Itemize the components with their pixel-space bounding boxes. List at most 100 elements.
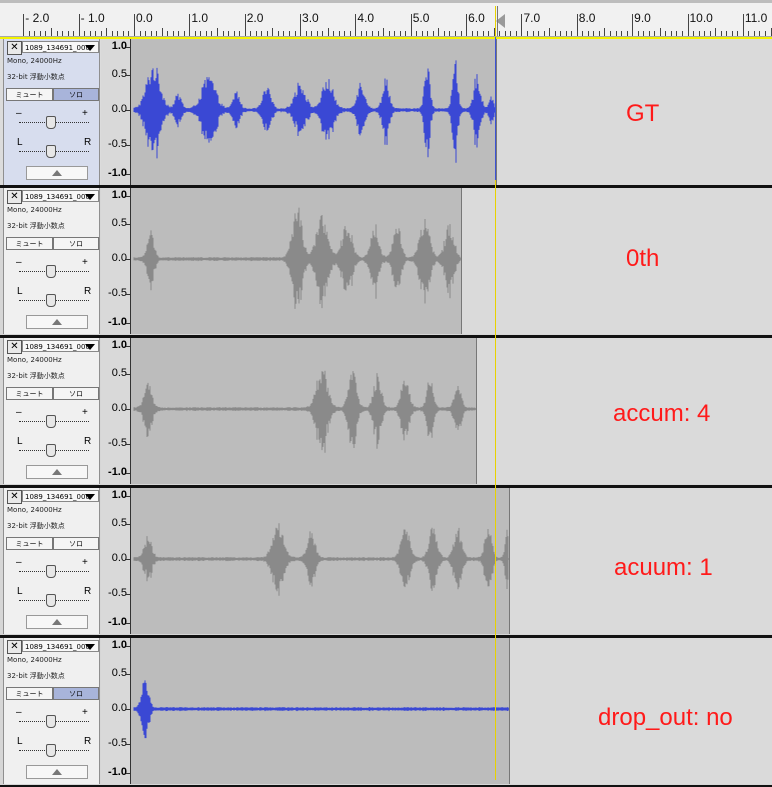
solo-button[interactable]: ソロ (53, 537, 99, 550)
close-track-icon[interactable]: ✕ (7, 490, 22, 504)
ruler-minor-tick (205, 31, 207, 36)
pan-slider-knob[interactable] (46, 744, 56, 757)
scale-label: 1.0 (111, 489, 127, 501)
close-track-icon[interactable]: ✕ (7, 640, 22, 654)
ruler-minor-tick (294, 31, 296, 36)
pan-slider-knob[interactable] (46, 444, 56, 457)
scale-tick (126, 674, 130, 675)
audio-clip[interactable] (131, 338, 477, 484)
audio-track[interactable]: ✕ 1089_134691_000 Mono, 24000Hz 32-bit 浮… (0, 337, 772, 487)
ruler-major-tick (521, 14, 523, 36)
ruler-minor-tick (737, 31, 739, 36)
track-control-panel[interactable]: ✕ 1089_134691_000 Mono, 24000Hz 32-bit 浮… (3, 488, 100, 634)
ruler-minor-tick (111, 31, 113, 36)
mute-solo-row: ミュート ソロ (6, 237, 99, 250)
track-name-menu[interactable]: 1089_134691_000 (22, 41, 99, 53)
audio-track[interactable]: ✕ 1089_134691_000 Mono, 24000Hz 32-bit 浮… (0, 637, 772, 787)
dropdown-arrow-icon (85, 644, 95, 650)
close-track-icon[interactable]: ✕ (7, 340, 22, 354)
ruler-minor-tick (194, 31, 196, 36)
collapse-track-button[interactable] (26, 465, 88, 479)
ruler-minor-tick (587, 31, 589, 36)
scale-tick (126, 594, 130, 595)
ruler-minor-tick (139, 31, 141, 36)
track-name-menu[interactable]: 1089_134691_000 (22, 340, 99, 352)
empty-track-region[interactable] (462, 188, 772, 334)
ruler-minor-tick (106, 28, 108, 36)
audio-clip[interactable] (131, 39, 497, 185)
ruler-minor-tick (554, 31, 556, 36)
track-sample-format: 32-bit 浮動小数点 (7, 73, 65, 81)
ruler-minor-tick (73, 31, 75, 36)
track-name: 1089_134691_000 (25, 643, 90, 651)
collapse-track-button[interactable] (26, 315, 88, 329)
ruler-minor-tick (172, 31, 174, 36)
pan-slider-knob[interactable] (46, 294, 56, 307)
gain-slider-knob[interactable] (46, 265, 56, 278)
track-control-panel[interactable]: ✕ 1089_134691_000 Mono, 24000Hz 32-bit 浮… (3, 39, 100, 185)
pan-slider-knob[interactable] (46, 145, 56, 158)
track-name-menu[interactable]: 1089_134691_000 (22, 190, 99, 202)
audio-clip[interactable] (131, 188, 462, 334)
scale-label: 0.5 (111, 367, 127, 379)
playhead-line (496, 6, 498, 36)
scale-tick (126, 496, 130, 497)
scale-label: -0.5 (108, 587, 127, 599)
ruler-minor-tick (698, 31, 700, 36)
waveform (133, 680, 509, 739)
audio-clip[interactable] (131, 638, 510, 784)
track-name-menu[interactable]: 1089_134691_000 (22, 640, 99, 652)
solo-button[interactable]: ソロ (53, 237, 99, 250)
gain-slider-knob[interactable] (46, 565, 56, 578)
ruler-minor-tick (372, 31, 373, 36)
collapse-track-button[interactable] (26, 166, 88, 180)
ruler-minor-tick (526, 31, 528, 36)
track-format-info: Mono, 24000Hz (7, 356, 62, 364)
solo-button[interactable]: ソロ (53, 687, 99, 700)
track-control-panel[interactable]: ✕ 1089_134691_000 Mono, 24000Hz 32-bit 浮… (3, 338, 100, 484)
pan-slider-knob[interactable] (46, 594, 56, 607)
track-control-panel[interactable]: ✕ 1089_134691_000 Mono, 24000Hz 32-bit 浮… (3, 638, 100, 784)
gain-slider-knob[interactable] (46, 415, 56, 428)
ruler-minor-tick (383, 28, 385, 36)
solo-button[interactable]: ソロ (53, 88, 99, 101)
ruler-minor-tick (84, 31, 86, 36)
solo-button[interactable]: ソロ (53, 387, 99, 400)
close-track-icon[interactable]: ✕ (7, 41, 22, 55)
ruler-major-tick (189, 14, 191, 36)
scale-tick (126, 773, 130, 774)
ruler-major-tick (742, 14, 744, 36)
track-name: 1089_134691_000 (25, 193, 90, 201)
gain-slider-knob[interactable] (46, 116, 56, 129)
audio-track[interactable]: ✕ 1089_134691_000 Mono, 24000Hz 32-bit 浮… (0, 37, 772, 187)
audio-track[interactable]: ✕ 1089_134691_000 Mono, 24000Hz 32-bit 浮… (0, 487, 772, 637)
track-annotation-label: 0th (626, 245, 660, 272)
ruler-minor-tick (421, 31, 423, 36)
mute-button[interactable]: ミュート (6, 387, 53, 400)
track-control-panel[interactable]: ✕ 1089_134691_000 Mono, 24000Hz 32-bit 浮… (3, 188, 100, 334)
mute-button[interactable]: ミュート (6, 537, 53, 550)
gain-slider-knob[interactable] (46, 715, 56, 728)
ruler-minor-tick (488, 31, 490, 36)
mute-button[interactable]: ミュート (6, 88, 53, 101)
mute-solo-row: ミュート ソロ (6, 537, 99, 550)
ruler-minor-tick (759, 31, 761, 36)
timeline-ruler[interactable]: - 2.0 - 1.0 0.0 1.0 2.0 3.0 4.0 5.0 6.0 7.0 8.0 9.0… (0, 0, 772, 37)
audio-track[interactable]: ✕ 1089_134691_000 Mono, 24000Hz 32-bit 浮… (0, 187, 772, 337)
mute-button[interactable]: ミュート (6, 687, 53, 700)
ruler-top-strip (0, 0, 772, 3)
close-track-icon[interactable]: ✕ (7, 190, 22, 204)
collapse-track-button[interactable] (26, 765, 88, 779)
collapse-track-button[interactable] (26, 615, 88, 629)
mute-button[interactable]: ミュート (6, 237, 53, 250)
gain-plus-label: + (82, 257, 88, 268)
track-annotation-label: accum: 4 (613, 400, 711, 427)
track-name-menu[interactable]: 1089_134691_000 (22, 490, 99, 502)
scale-label: -0.5 (108, 437, 127, 449)
scale-tick (126, 259, 130, 260)
ruler-minor-tick (715, 28, 717, 36)
ruler-minor-tick (643, 31, 645, 36)
ruler-minor-tick (250, 31, 252, 36)
scale-tick (126, 524, 130, 525)
audio-clip[interactable] (131, 488, 510, 634)
